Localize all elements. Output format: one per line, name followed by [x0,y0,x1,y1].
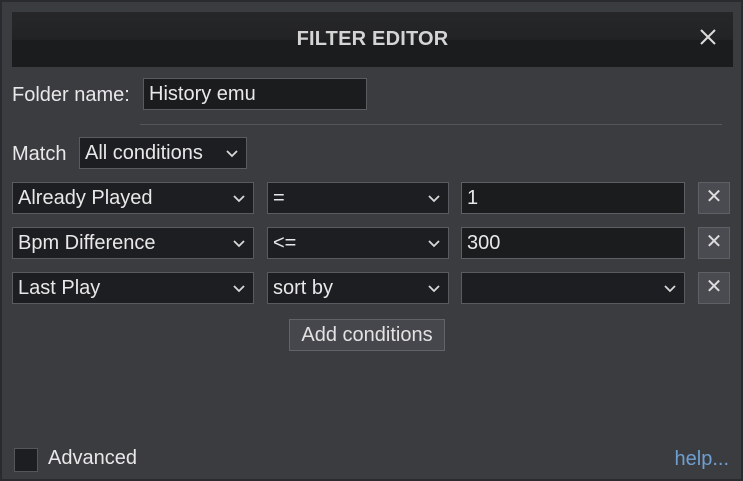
folder-name-label: Folder name: [12,84,130,106]
delete-icon: ✕ [705,231,723,253]
chevron-down-icon [428,285,440,293]
add-conditions-button[interactable]: Add conditions [289,319,445,351]
condition-value-input[interactable]: 1 [461,182,685,214]
filter-editor-window: FILTER EDITOR Folder name: History emu M… [0,0,743,481]
condition-field-select[interactable]: Already Played [12,182,254,214]
delete-icon: ✕ [705,276,723,298]
condition-value-select[interactable] [461,272,685,304]
close-icon-glyph [700,29,716,45]
chevron-down-icon [226,150,238,158]
condition-field-value: Already Played [18,187,153,209]
condition-field-select[interactable]: Bpm Difference [12,227,254,259]
match-select[interactable]: All conditions [79,137,247,169]
chevron-down-icon [664,285,676,293]
chevron-down-icon [233,240,245,248]
help-link[interactable]: help... [675,448,729,471]
delete-condition-button[interactable]: ✕ [698,182,730,214]
delete-condition-button[interactable]: ✕ [698,272,730,304]
condition-value-input[interactable]: 300 [461,227,685,259]
delete-icon: ✕ [705,186,723,208]
chevron-down-icon [428,195,440,203]
match-label: Match [12,143,67,165]
divider [140,124,722,125]
dialog-title: FILTER EDITOR [296,28,449,50]
chevron-down-icon [428,240,440,248]
close-icon[interactable] [697,26,719,48]
chevron-down-icon [233,285,245,293]
titlebar: FILTER EDITOR [12,12,733,67]
folder-name-input[interactable]: History emu [143,78,367,110]
condition-operator-value: <= [273,232,297,254]
condition-field-value: Bpm Difference [18,232,156,254]
condition-field-value: Last Play [18,277,101,299]
condition-operator-value: sort by [273,277,334,299]
chevron-down-icon [233,195,245,203]
condition-operator-select[interactable]: = [267,182,449,214]
condition-operator-value: = [273,187,285,209]
delete-condition-button[interactable]: ✕ [698,227,730,259]
advanced-checkbox[interactable] [14,448,38,472]
condition-operator-select[interactable]: <= [267,227,449,259]
match-select-value: All conditions [85,142,203,164]
condition-field-select[interactable]: Last Play [12,272,254,304]
advanced-label: Advanced [48,447,137,469]
condition-operator-select[interactable]: sort by [267,272,449,304]
